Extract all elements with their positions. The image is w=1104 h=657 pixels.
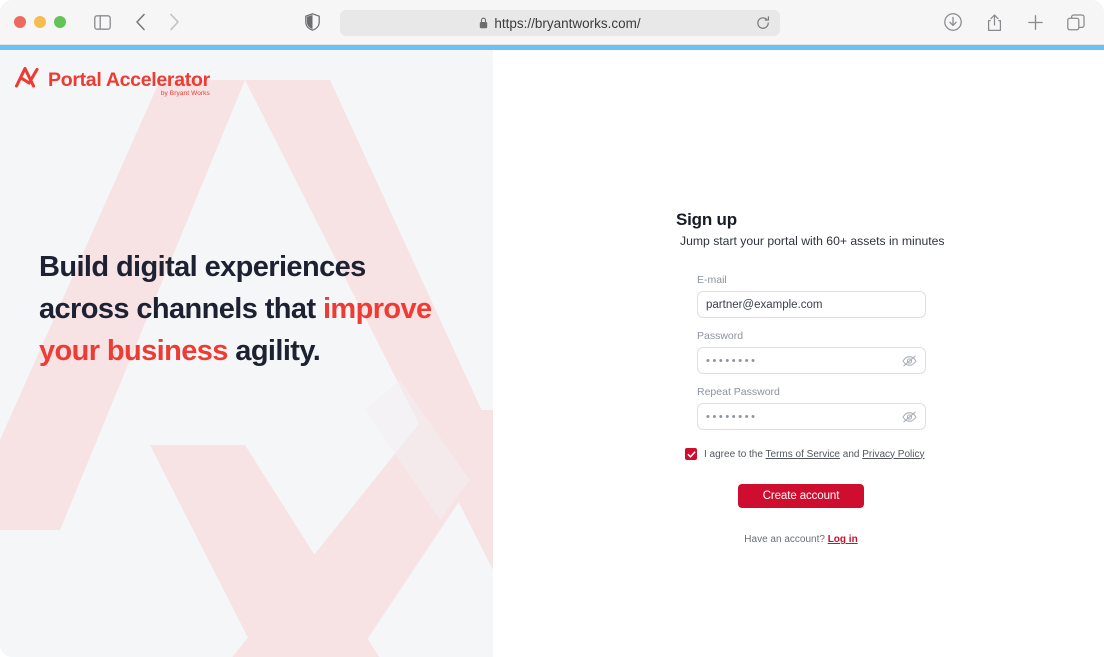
headline-line-3: your business agility. [39, 330, 459, 372]
email-field-label: E-mail [697, 274, 727, 286]
back-button-icon[interactable] [126, 8, 154, 36]
lock-icon [479, 17, 488, 29]
reload-icon[interactable] [756, 16, 770, 30]
form-subtitle: Jump start your portal with 60+ assets i… [680, 234, 945, 248]
close-window-button[interactable] [14, 16, 26, 28]
brand-text: Portal Accelerator by Bryant Works [48, 68, 210, 96]
repeat-password-input-value: •••••••• [706, 410, 758, 423]
sidebar-toggle-icon[interactable] [88, 8, 116, 36]
navigation-buttons [126, 8, 188, 36]
repeat-password-field-group: Repeat Password •••••••• [697, 386, 926, 430]
browser-window: https://bryantworks.com/ Portal Accelera… [0, 0, 1104, 657]
password-input-value: •••••••• [706, 354, 758, 367]
share-icon[interactable] [980, 8, 1008, 36]
log-in-link[interactable]: Log in [828, 534, 858, 545]
hero-panel: Portal Accelerator by Bryant Works Build… [0, 50, 493, 657]
headline-line-3-text: agility. [227, 335, 321, 367]
toolbar-right-icons [939, 8, 1090, 36]
address-bar-url: https://bryantworks.com/ [494, 15, 641, 31]
page-title: Sign up [676, 210, 737, 229]
agree-middle: and [840, 448, 863, 460]
privacy-shield-icon[interactable] [298, 8, 326, 36]
brand-name: Portal Accelerator [48, 68, 210, 91]
brand-subtitle: by Bryant Works [160, 89, 210, 97]
page-content: Portal Accelerator by Bryant Works Build… [0, 50, 1104, 657]
headline-line-2-accent: improve [322, 293, 432, 325]
email-input[interactable]: partner@example.com [697, 291, 926, 318]
headline-line-1: Build digital experiences [39, 246, 459, 288]
browser-toolbar: https://bryantworks.com/ [0, 0, 1104, 45]
hero-headline: Build digital experiences across channel… [39, 246, 459, 372]
terms-agreement-row: I agree to the Terms of Service and Priv… [685, 448, 926, 460]
address-bar[interactable]: https://bryantworks.com/ [340, 10, 780, 36]
new-tab-icon[interactable] [1021, 8, 1049, 36]
email-input-value: partner@example.com [706, 298, 823, 311]
terms-of-service-link[interactable]: Terms of Service [766, 449, 840, 460]
create-account-button[interactable]: Create account [738, 484, 864, 508]
headline-line-2-text: across channels that [39, 293, 323, 325]
maximize-window-button[interactable] [54, 16, 66, 28]
signup-panel: Sign up Jump start your portal with 60+ … [493, 50, 1104, 657]
minimize-window-button[interactable] [34, 16, 46, 28]
window-controls [14, 16, 66, 28]
headline-line-1-text: Build digital experiences [39, 251, 366, 283]
email-field-group: E-mail partner@example.com [697, 274, 926, 318]
forward-button-icon[interactable] [160, 8, 188, 36]
repeat-password-field-label: Repeat Password [697, 386, 780, 398]
tab-overview-icon[interactable] [1062, 8, 1090, 36]
brand-logo[interactable]: Portal Accelerator by Bryant Works [14, 64, 210, 97]
downloads-icon[interactable] [939, 8, 967, 36]
headline-line-2: across channels that improve [39, 288, 459, 330]
headline-line-3-accent: your business [39, 335, 228, 367]
signup-form: Sign up Jump start your portal with 60+ … [676, 210, 945, 545]
form-fields: E-mail partner@example.com Password ••••… [697, 274, 926, 430]
password-field-group: Password •••••••• [697, 330, 926, 374]
terms-agreement-checkbox[interactable] [685, 448, 697, 460]
privacy-policy-link[interactable]: Privacy Policy [862, 449, 924, 460]
agree-prefix: I agree to the [704, 448, 766, 460]
chevron-logo-mark-icon [14, 66, 39, 88]
password-input[interactable]: •••••••• [697, 347, 926, 374]
login-footnote-text: Have an account? [744, 534, 828, 545]
eye-off-icon[interactable] [902, 354, 917, 367]
repeat-password-input[interactable]: •••••••• [697, 403, 926, 430]
terms-agreement-label: I agree to the Terms of Service and Priv… [704, 449, 925, 460]
login-footnote: Have an account? Log in [676, 534, 926, 545]
eye-off-icon[interactable] [902, 410, 917, 423]
password-field-label: Password [697, 330, 744, 342]
